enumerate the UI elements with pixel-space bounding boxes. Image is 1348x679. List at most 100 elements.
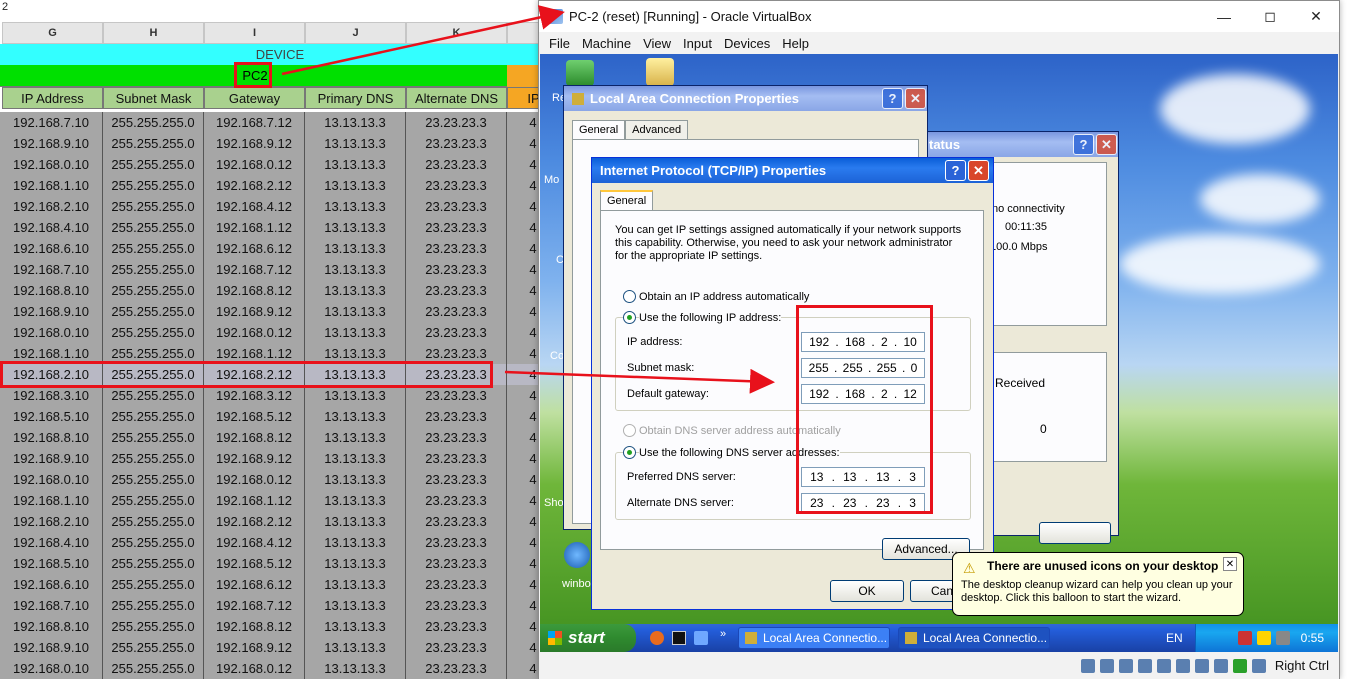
table-row[interactable]: 192.168.2.10 255.255.255.0 192.168.4.12 13.… bbox=[0, 196, 560, 217]
table-cell[interactable]: 255.255.255.0 bbox=[103, 238, 204, 259]
table-row[interactable]: 192.168.4.10 255.255.255.0 192.168.1.12 13.… bbox=[0, 217, 560, 238]
table-cell[interactable]: 23.23.23.3 bbox=[406, 532, 507, 553]
table-row[interactable]: 192.168.6.10 255.255.255.0 192.168.6.12 13.… bbox=[0, 238, 560, 259]
table-row[interactable]: 192.168.8.10 255.255.255.0 192.168.8.12 13.… bbox=[0, 427, 560, 448]
table-cell[interactable]: 255.255.255.0 bbox=[103, 574, 204, 595]
table-cell[interactable]: 192.168.0.10 bbox=[0, 469, 103, 490]
table-cell[interactable]: 13.13.13.3 bbox=[305, 574, 406, 595]
table-cell[interactable]: 23.23.23.3 bbox=[406, 112, 507, 133]
table-cell[interactable]: 255.255.255.0 bbox=[103, 322, 204, 343]
table-row[interactable]: 192.168.6.10 255.255.255.0 192.168.6.12 13.… bbox=[0, 574, 560, 595]
table-cell[interactable]: 255.255.255.0 bbox=[103, 490, 204, 511]
tab-general[interactable]: General bbox=[572, 120, 626, 139]
close-icon[interactable]: ✕ bbox=[1096, 134, 1117, 155]
lan-titlebar[interactable]: Local Area Connection Properties ? ✕ bbox=[564, 86, 927, 111]
table-cell[interactable]: 255.255.255.0 bbox=[103, 301, 204, 322]
table-cell[interactable]: 255.255.255.0 bbox=[103, 259, 204, 280]
table-cell[interactable]: 13.13.13.3 bbox=[305, 616, 406, 637]
column-header-g[interactable]: G bbox=[2, 22, 103, 44]
table-cell[interactable]: 255.255.255.0 bbox=[103, 427, 204, 448]
close-icon[interactable]: ✕ bbox=[905, 88, 926, 109]
optical-drive-icon[interactable] bbox=[1099, 658, 1114, 673]
column-header-i[interactable]: I bbox=[204, 22, 305, 44]
table-cell[interactable]: 255.255.255.0 bbox=[103, 385, 204, 406]
close-icon[interactable]: ✕ bbox=[968, 160, 989, 181]
table-cell[interactable]: 13.13.13.3 bbox=[305, 532, 406, 553]
table-row[interactable]: 192.168.9.10 255.255.255.0 192.168.9.12 13.… bbox=[0, 133, 560, 154]
close-icon[interactable]: ✕ bbox=[1293, 1, 1339, 32]
table-row[interactable]: 192.168.2.10 255.255.255.0 192.168.2.12 13.… bbox=[0, 511, 560, 532]
table-cell[interactable]: 192.168.8.10 bbox=[0, 427, 103, 448]
start-button[interactable]: start bbox=[540, 624, 636, 652]
table-row[interactable]: 192.168.7.10 255.255.255.0 192.168.7.12 13.… bbox=[0, 595, 560, 616]
table-cell[interactable]: 13.13.13.3 bbox=[305, 553, 406, 574]
help-icon[interactable]: ? bbox=[882, 88, 903, 109]
table-cell[interactable]: 192.168.2.12 bbox=[204, 511, 305, 532]
guest-desktop[interactable]: Re Mo C Co Sho winbo tatus ? ✕ d or no c… bbox=[540, 54, 1338, 652]
obtain-dns-radio[interactable] bbox=[623, 424, 636, 437]
table-cell[interactable]: 13.13.13.3 bbox=[305, 448, 406, 469]
table-row[interactable]: 192.168.1.10 255.255.255.0 192.168.2.12 13.… bbox=[0, 175, 560, 196]
table-row[interactable]: 192.168.5.10 255.255.255.0 192.168.5.12 13.… bbox=[0, 406, 560, 427]
winbox-icon[interactable] bbox=[564, 542, 590, 568]
table-cell[interactable]: 192.168.7.12 bbox=[204, 112, 305, 133]
table-cell[interactable]: 192.168.7.10 bbox=[0, 112, 103, 133]
table-cell[interactable]: 192.168.0.10 bbox=[0, 658, 103, 679]
help-icon[interactable]: ? bbox=[945, 160, 966, 181]
table-cell[interactable]: 192.168.0.10 bbox=[0, 154, 103, 175]
table-row[interactable]: 192.168.1.10 255.255.255.0 192.168.1.12 13.… bbox=[0, 490, 560, 511]
table-cell[interactable]: 255.255.255.0 bbox=[103, 112, 204, 133]
table-cell[interactable]: 23.23.23.3 bbox=[406, 154, 507, 175]
use-dns-radio[interactable] bbox=[623, 446, 636, 459]
table-cell[interactable]: 23.23.23.3 bbox=[406, 658, 507, 679]
table-cell[interactable]: 23.23.23.3 bbox=[406, 511, 507, 532]
tray-icon[interactable] bbox=[1275, 631, 1290, 645]
table-row[interactable]: 192.168.9.10 255.255.255.0 192.168.9.12 13.… bbox=[0, 448, 560, 469]
table-cell[interactable]: 192.168.8.10 bbox=[0, 280, 103, 301]
table-cell[interactable]: 192.168.9.12 bbox=[204, 301, 305, 322]
column-header-k[interactable]: K bbox=[406, 22, 507, 44]
table-cell[interactable]: 13.13.13.3 bbox=[305, 238, 406, 259]
table-cell[interactable]: 13.13.13.3 bbox=[305, 280, 406, 301]
table-cell[interactable]: 13.13.13.3 bbox=[305, 658, 406, 679]
table-cell[interactable]: 192.168.8.10 bbox=[0, 616, 103, 637]
cmd-icon[interactable] bbox=[672, 631, 686, 645]
table-cell[interactable]: 13.13.13.3 bbox=[305, 595, 406, 616]
table-cell[interactable]: 23.23.23.3 bbox=[406, 595, 507, 616]
table-cell[interactable]: 13.13.13.3 bbox=[305, 469, 406, 490]
table-cell[interactable]: 255.255.255.0 bbox=[103, 280, 204, 301]
table-cell[interactable]: 255.255.255.0 bbox=[103, 217, 204, 238]
table-cell[interactable]: 255.255.255.0 bbox=[103, 406, 204, 427]
close-icon[interactable]: ✕ bbox=[1223, 557, 1237, 571]
chevron-right-icon[interactable]: » bbox=[720, 628, 726, 640]
table-cell[interactable]: 192.168.4.12 bbox=[204, 196, 305, 217]
table-cell[interactable]: 192.168.1.12 bbox=[204, 217, 305, 238]
maximize-icon[interactable]: ◻ bbox=[1247, 1, 1293, 32]
task-lan-2[interactable]: Local Area Connectio... bbox=[898, 627, 1050, 649]
column-header-h[interactable]: H bbox=[103, 22, 204, 44]
table-cell[interactable]: 192.168.6.10 bbox=[0, 574, 103, 595]
table-cell[interactable]: 13.13.13.3 bbox=[305, 154, 406, 175]
table-cell[interactable]: 192.168.0.12 bbox=[204, 154, 305, 175]
table-cell[interactable]: 23.23.23.3 bbox=[406, 175, 507, 196]
menu-machine[interactable]: Machine bbox=[582, 36, 631, 51]
table-cell[interactable]: 192.168.1.10 bbox=[0, 175, 103, 196]
table-cell[interactable]: 192.168.0.10 bbox=[0, 322, 103, 343]
table-cell[interactable]: 13.13.13.3 bbox=[305, 133, 406, 154]
table-cell[interactable]: 192.168.4.10 bbox=[0, 532, 103, 553]
table-cell[interactable]: 192.168.3.10 bbox=[0, 385, 103, 406]
table-cell[interactable]: 192.168.8.12 bbox=[204, 427, 305, 448]
table-cell[interactable]: 13.13.13.3 bbox=[305, 301, 406, 322]
usb-icon[interactable] bbox=[1156, 658, 1171, 673]
table-cell[interactable]: 192.168.7.10 bbox=[0, 595, 103, 616]
table-cell[interactable]: 13.13.13.3 bbox=[305, 637, 406, 658]
table-cell[interactable]: 192.168.0.12 bbox=[204, 658, 305, 679]
table-cell[interactable]: 192.168.6.10 bbox=[0, 238, 103, 259]
table-cell[interactable]: 255.255.255.0 bbox=[103, 448, 204, 469]
table-cell[interactable]: 192.168.9.10 bbox=[0, 133, 103, 154]
tcpip-titlebar[interactable]: Internet Protocol (TCP/IP) Properties ? … bbox=[592, 158, 993, 183]
table-cell[interactable]: 192.168.5.12 bbox=[204, 406, 305, 427]
table-row[interactable]: 192.168.4.10 255.255.255.0 192.168.4.12 13.… bbox=[0, 532, 560, 553]
language-indicator[interactable]: EN bbox=[1166, 631, 1183, 645]
table-cell[interactable]: 192.168.7.12 bbox=[204, 259, 305, 280]
